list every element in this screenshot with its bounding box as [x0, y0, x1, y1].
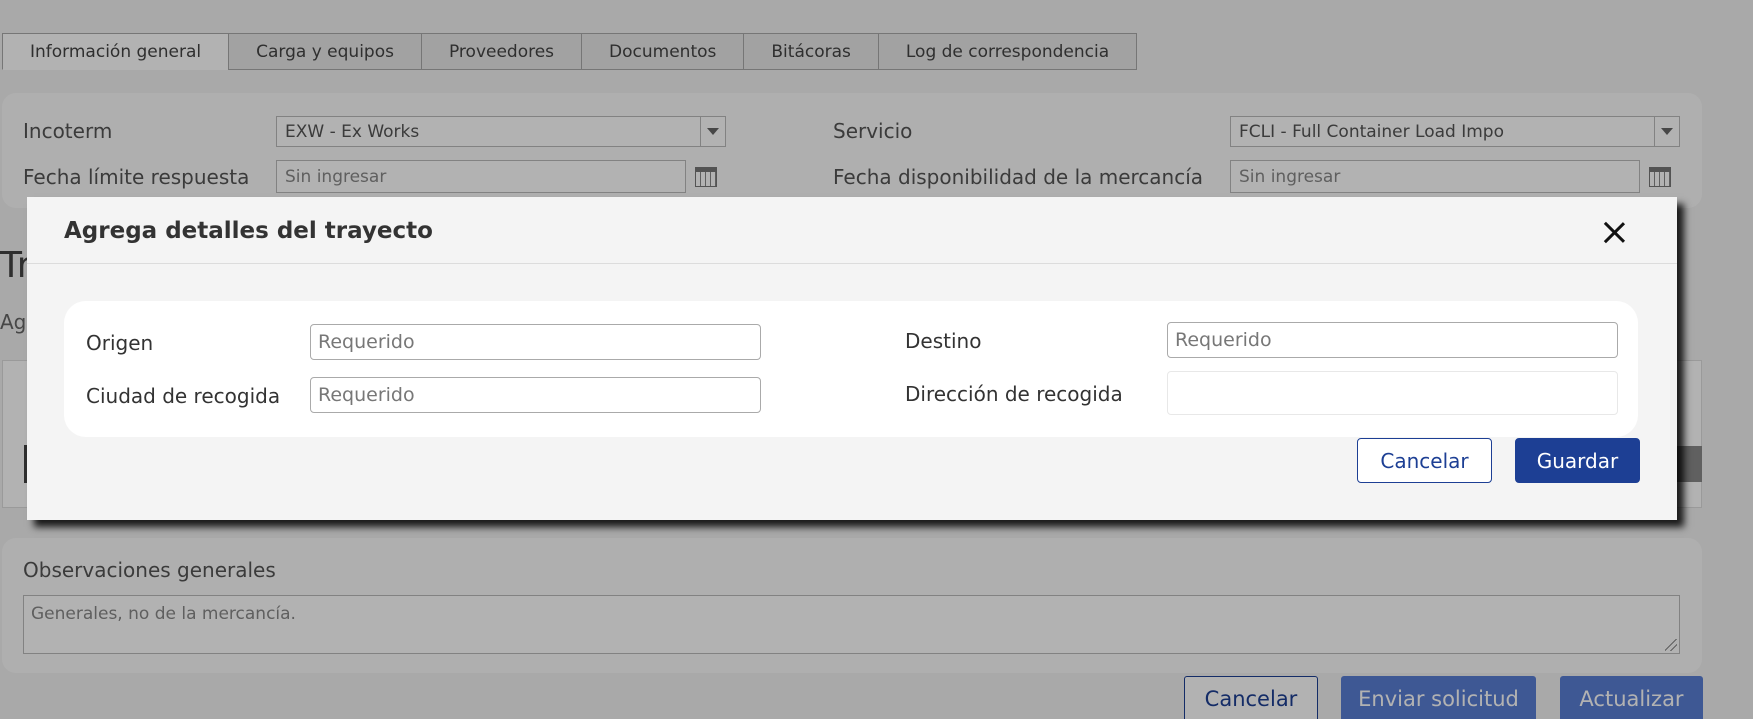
modal-cancel-button[interactable]: Cancelar	[1357, 438, 1492, 483]
close-icon[interactable]	[1602, 220, 1626, 244]
direccion-recogida-label: Dirección de recogida	[905, 382, 1123, 406]
origen-label: Origen	[86, 331, 154, 355]
destino-input[interactable]	[1167, 322, 1618, 358]
ciudad-recogida-label: Ciudad de recogida	[86, 384, 281, 408]
modal-title: Agrega detalles del trayecto	[64, 218, 433, 244]
origen-input[interactable]	[310, 324, 761, 360]
modal-save-button[interactable]: Guardar	[1515, 438, 1640, 483]
ciudad-recogida-input[interactable]	[310, 377, 761, 413]
modal-header: Agrega detalles del trayecto	[27, 197, 1677, 264]
direccion-recogida-input[interactable]	[1167, 371, 1618, 415]
route-details-modal: Agrega detalles del trayecto Origen Dest…	[27, 197, 1677, 520]
destino-label: Destino	[905, 329, 982, 353]
